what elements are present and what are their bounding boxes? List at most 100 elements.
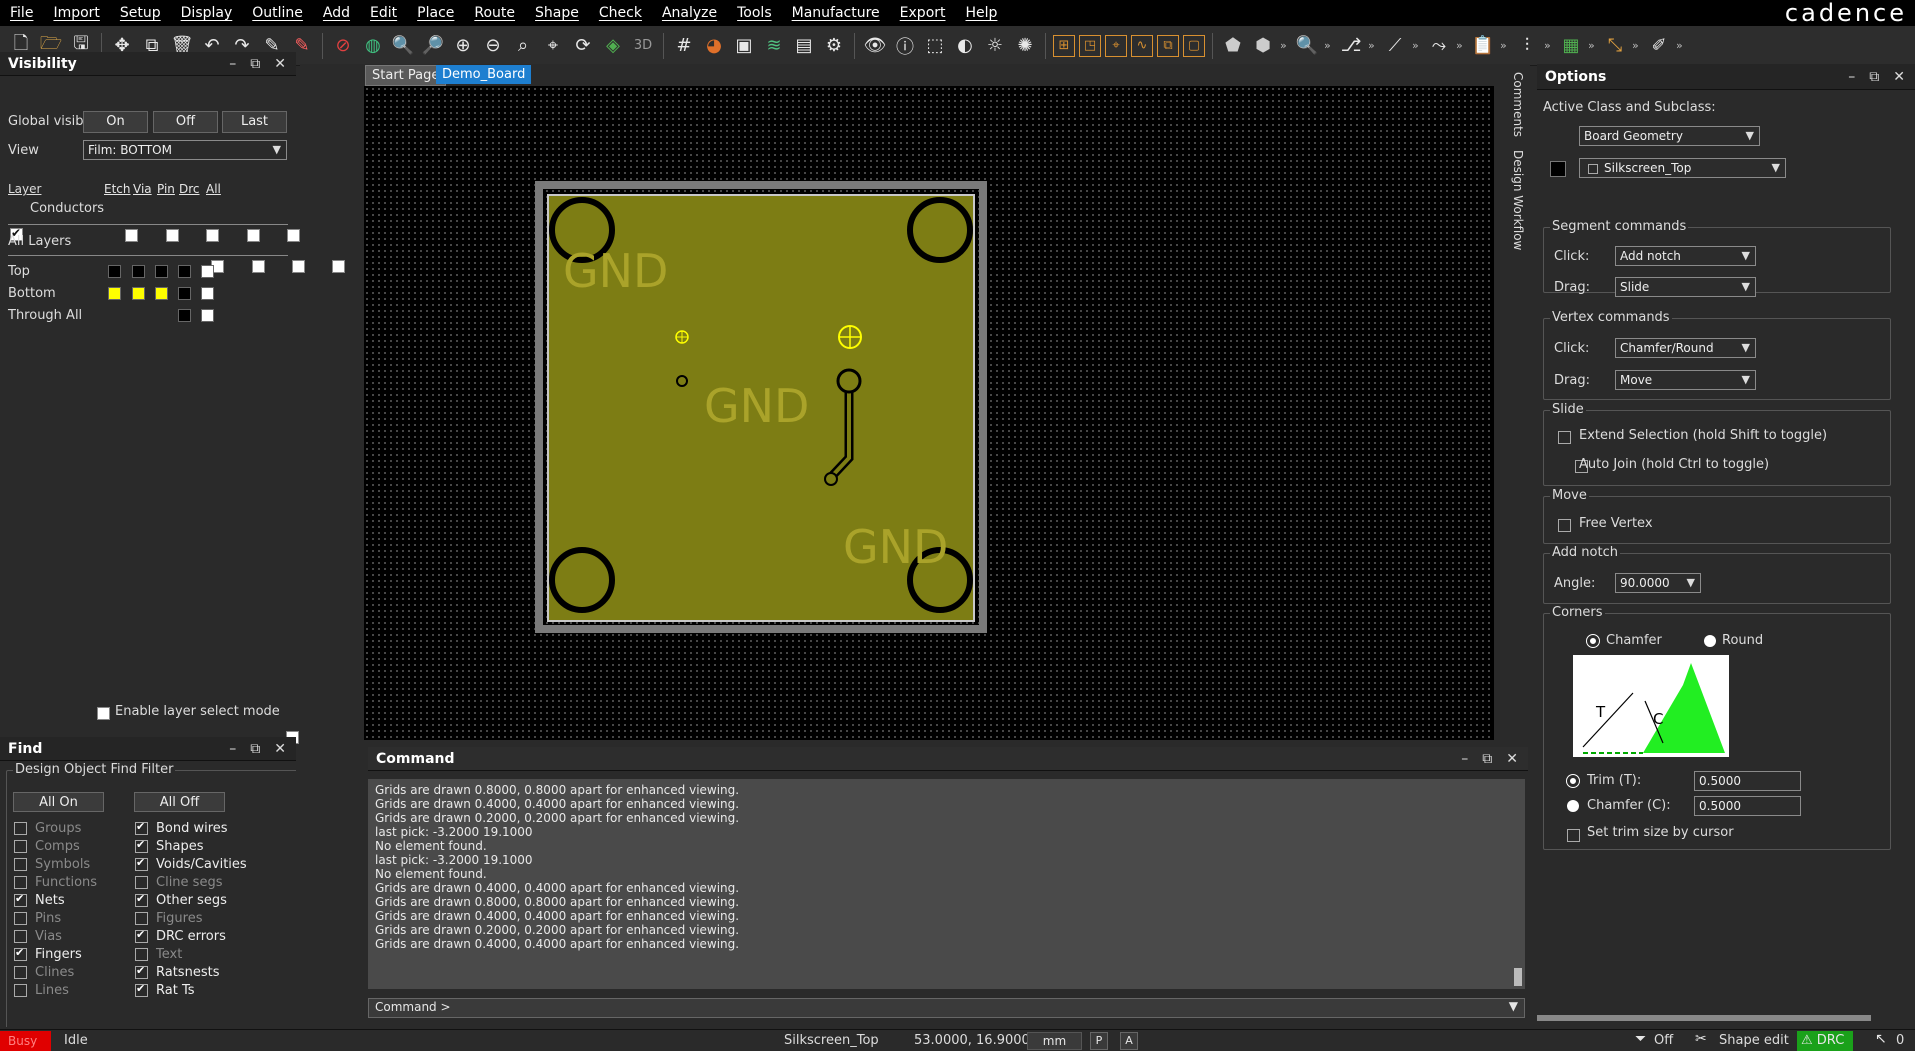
chevron-right-icon[interactable]: » <box>1368 39 1378 52</box>
report-icon[interactable]: 📋 <box>1470 33 1496 59</box>
visibility-on-button[interactable]: On <box>83 111 148 133</box>
stack-icon[interactable]: ≋ <box>761 33 787 59</box>
chevron-right-icon[interactable]: » <box>1632 39 1642 52</box>
trim-input[interactable]: 0.5000 <box>1694 771 1801 791</box>
find-filter-checkbox[interactable] <box>14 911 27 925</box>
net-icon[interactable]: ⤡ <box>1602 33 1628 59</box>
info-icon[interactable]: ⓘ <box>892 33 918 59</box>
conductors-via-checkbox[interactable] <box>166 229 180 242</box>
find-filter-checkbox[interactable] <box>14 929 27 943</box>
find-filter-item[interactable]: Functions <box>14 873 97 891</box>
menu-edit[interactable]: Edit <box>360 0 407 26</box>
menu-display[interactable]: Display <box>171 0 243 26</box>
drc-status[interactable]: ⚠ DRC <box>1797 1031 1853 1051</box>
class-dropdown[interactable]: Board Geometry ▼ <box>1579 126 1760 146</box>
chevron-right-icon[interactable]: » <box>1676 39 1686 52</box>
grid-icon[interactable]: # <box>671 33 697 59</box>
chevron-right-icon[interactable]: » <box>1324 39 1334 52</box>
menu-help[interactable]: Help <box>956 0 1008 26</box>
shape-edit-icon[interactable]: ⬢ <box>1250 33 1276 59</box>
menu-shape[interactable]: Shape <box>525 0 589 26</box>
minimize-icon[interactable]: – <box>1848 69 1855 85</box>
find-filter-checkbox[interactable] <box>135 820 148 835</box>
find-filter-checkbox[interactable] <box>135 982 148 997</box>
free-vertex-checkbox[interactable] <box>1558 519 1571 532</box>
zoom-fit-icon[interactable]: 🔍 <box>390 33 416 59</box>
find-filter-item[interactable]: Lines <box>14 981 97 999</box>
all-on-button[interactable]: All On <box>13 792 104 812</box>
view-dropdown[interactable]: Film: BOTTOM ▼ <box>83 140 287 160</box>
design-workflow-tab[interactable]: Design Workflow <box>1511 150 1525 250</box>
find-filter-checkbox[interactable] <box>14 892 27 907</box>
close-icon[interactable]: ✕ <box>274 56 286 72</box>
menu-export[interactable]: Export <box>890 0 956 26</box>
visibility-eye-icon[interactable]: 👁 <box>862 33 888 59</box>
menu-analyze[interactable]: Analyze <box>652 0 727 26</box>
find-filter-checkbox[interactable] <box>14 821 27 835</box>
chevron-right-icon[interactable]: » <box>1500 39 1510 52</box>
close-icon[interactable]: ✕ <box>274 741 286 757</box>
minimize-icon[interactable]: – <box>1461 751 1468 767</box>
find-filter-item[interactable]: Pins <box>14 909 97 927</box>
find-filter-item[interactable]: Other segs <box>135 891 247 909</box>
all-layers-pin-checkbox[interactable] <box>292 260 306 273</box>
all-layers-drc-checkbox[interactable] <box>332 260 346 273</box>
ghost-icon[interactable]: ◐ <box>952 33 978 59</box>
top-all-checkbox[interactable] <box>201 265 214 278</box>
set-trim-checkbox[interactable] <box>1567 829 1580 842</box>
top-etch-color[interactable] <box>108 265 121 278</box>
copy-mode-icon[interactable]: ⧉ <box>1157 34 1179 57</box>
subclass-dropdown[interactable]: Silkscreen_Top ▼ <box>1579 158 1786 178</box>
a-button[interactable]: A <box>1120 1032 1138 1050</box>
find-filter-item[interactable]: Clines <box>14 963 97 981</box>
find-filter-checkbox[interactable] <box>14 839 27 853</box>
find-filter-item[interactable]: Rat Ts <box>135 981 247 999</box>
shape-mode-icon[interactable]: ▢ <box>1183 34 1205 57</box>
float-icon[interactable]: ⧉ <box>250 741 260 757</box>
color-icon[interactable]: ◕ <box>701 33 727 59</box>
draw-icon[interactable]: ✐ <box>1646 33 1672 59</box>
zoom-previous-icon[interactable]: ⌖ <box>540 33 566 59</box>
find-filter-item[interactable]: Shapes <box>135 837 247 855</box>
find-filter-item[interactable]: Nets <box>14 891 97 909</box>
find-filter-item[interactable]: Figures <box>135 909 247 927</box>
bottom-etch-color[interactable] <box>108 287 121 300</box>
conductors-drc-checkbox[interactable] <box>246 229 260 242</box>
find-filter-checkbox[interactable] <box>135 964 148 979</box>
menu-manufacture[interactable]: Manufacture <box>782 0 890 26</box>
visibility-last-button[interactable]: Last <box>222 111 287 133</box>
shadow-icon[interactable]: ▣ <box>731 33 757 59</box>
route-icon[interactable]: ⎇ <box>1338 33 1364 59</box>
find-filter-checkbox[interactable] <box>135 838 148 853</box>
minimize-icon[interactable]: – <box>229 741 236 757</box>
top-via-color[interactable] <box>132 265 145 278</box>
find-filter-item[interactable]: Comps <box>14 837 97 855</box>
mode-status[interactable]: Shape edit <box>1719 1033 1789 1048</box>
zoom-out-icon[interactable]: ⊖ <box>480 33 506 59</box>
find-filter-checkbox[interactable] <box>14 857 27 871</box>
units-status[interactable]: mm <box>1027 1032 1082 1050</box>
conductors-all-checkbox[interactable] <box>286 229 300 242</box>
find-filter-item[interactable]: Symbols <box>14 855 97 873</box>
slide-icon[interactable]: ⤳ <box>1426 33 1452 59</box>
visibility-off-button[interactable]: Off <box>153 111 218 133</box>
find-filter-item[interactable]: Bond wires <box>135 819 247 837</box>
bottom-all-checkbox[interactable] <box>201 287 214 300</box>
component-icon[interactable]: ▦ <box>1558 33 1584 59</box>
chevron-right-icon[interactable]: » <box>1544 39 1554 52</box>
find-filter-item[interactable]: Ratsnests <box>135 963 247 981</box>
design-canvas[interactable]: GND GND GND <box>364 86 1494 740</box>
filter-status[interactable]: Off <box>1654 1033 1673 1048</box>
zoom-in-icon[interactable]: ⊕ <box>450 33 476 59</box>
vertex-drag-dropdown[interactable]: Move ▼ <box>1615 370 1756 390</box>
symbol-mode-icon[interactable]: ⊞ <box>1053 34 1075 57</box>
angle-dropdown[interactable]: 90.0000 ▼ <box>1615 573 1701 593</box>
menu-import[interactable]: Import <box>43 0 109 26</box>
find-filter-item[interactable]: Vias <box>14 927 97 945</box>
float-icon[interactable]: ⧉ <box>1482 751 1492 767</box>
chevron-right-icon[interactable]: » <box>1280 39 1290 52</box>
rats-icon[interactable]: ◍ <box>360 33 386 59</box>
round-radio[interactable] <box>1704 635 1716 647</box>
menu-outline[interactable]: Outline <box>242 0 313 26</box>
find-filter-checkbox[interactable] <box>135 875 148 889</box>
